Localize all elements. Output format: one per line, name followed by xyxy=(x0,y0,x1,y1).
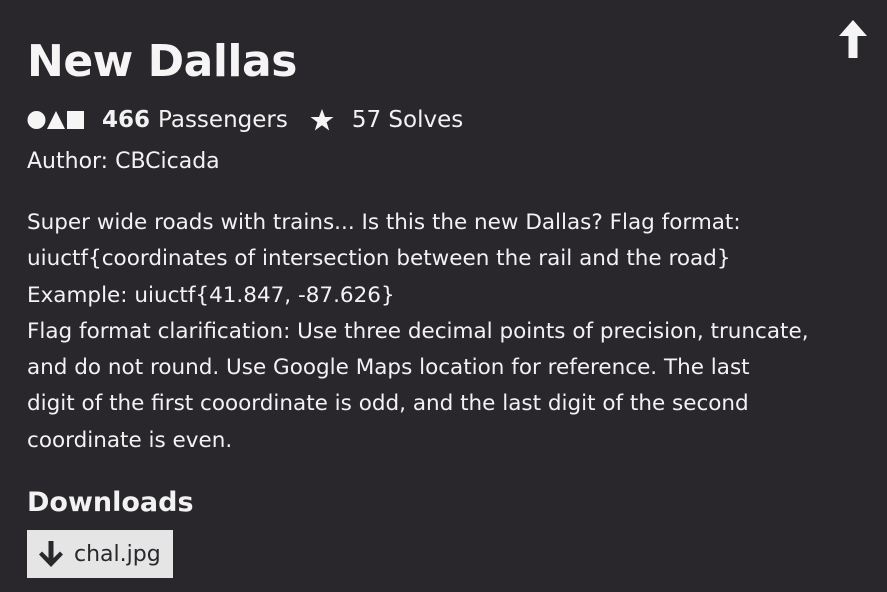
description-line: Example: uiuctf{41.847, -87.626} xyxy=(27,282,395,308)
challenge-description: Super wide roads with trains... Is this … xyxy=(27,205,857,459)
description-line: Super wide roads with trains... Is this … xyxy=(27,210,741,235)
description-line: uiuctf{coordinates of intersection betwe… xyxy=(27,246,731,272)
downloads-heading: Downloads xyxy=(27,487,194,519)
description-line: coordinate is even. xyxy=(27,427,233,453)
challenge-panel: New Dallas 466 Passengers 57 Solves Auth… xyxy=(27,30,857,579)
description-line: and do not round. Use Google Maps locati… xyxy=(27,355,750,381)
passenger-label: Passengers xyxy=(158,107,288,133)
passenger-count: 466 xyxy=(102,107,151,133)
download-file-button[interactable]: chal.jpg xyxy=(27,530,173,579)
author-line: Author: CBCicada xyxy=(27,149,220,174)
download-arrow-icon xyxy=(39,541,63,568)
shapes-icon xyxy=(27,111,84,129)
description-line: Flag format clarification: Use three dec… xyxy=(27,318,809,344)
challenge-stats: 466 Passengers 57 Solves xyxy=(27,104,857,136)
solves-count: 57 Solves xyxy=(351,107,464,133)
star-icon xyxy=(310,109,334,131)
description-line: digit of the first cooordinate is odd, a… xyxy=(27,391,749,417)
challenge-title: New Dallas xyxy=(27,36,297,87)
download-filename: chal.jpg xyxy=(74,541,161,567)
